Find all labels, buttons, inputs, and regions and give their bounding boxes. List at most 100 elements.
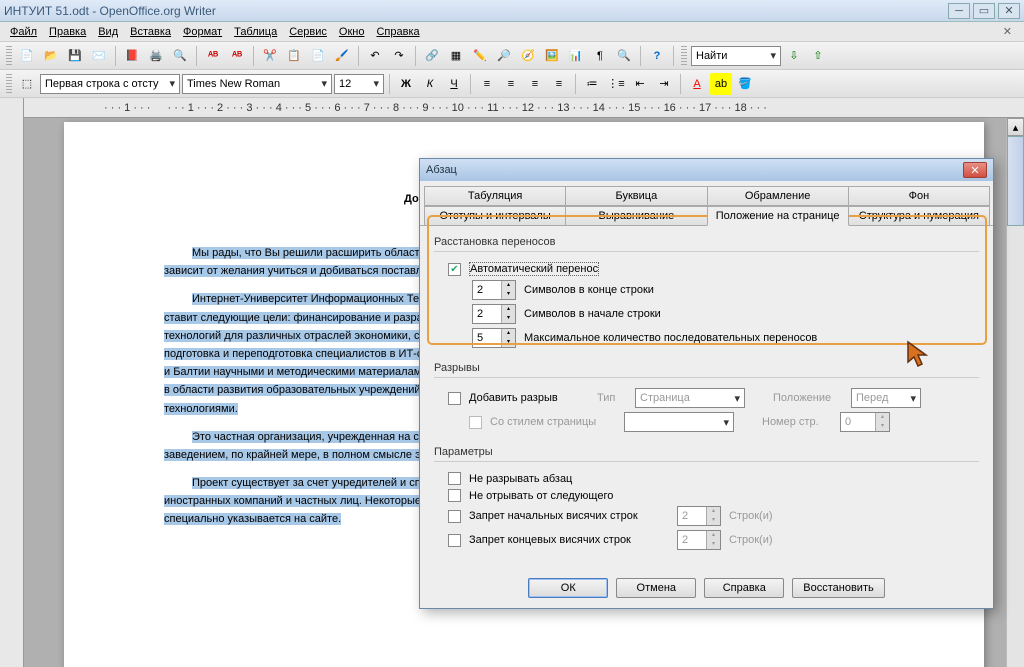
max-hyphen-input[interactable] <box>473 332 497 344</box>
paste-icon[interactable]: 📄 <box>307 45 329 67</box>
justify-icon[interactable]: ≡ <box>548 73 570 95</box>
add-break-checkbox[interactable] <box>448 392 461 405</box>
reset-button[interactable]: Восстановить <box>792 578 884 598</box>
print-icon[interactable]: 🖨️ <box>145 45 167 67</box>
auto-hyphen-checkbox[interactable]: ✔ <box>448 263 461 276</box>
chars-end-spinner[interactable]: ▴▾ <box>472 280 516 300</box>
indent-dec-icon[interactable]: ⇤ <box>629 73 651 95</box>
cut-icon[interactable]: ✂️ <box>259 45 281 67</box>
dialog-titlebar[interactable]: Абзац ✕ <box>420 159 993 181</box>
pdf-icon[interactable]: 📕 <box>121 45 143 67</box>
dialog-close-icon[interactable]: ✕ <box>963 162 987 178</box>
para-style-combo[interactable]: Первая строка с отсту ▾ <box>40 74 180 94</box>
scroll-up-icon[interactable]: ▴ <box>1007 118 1024 136</box>
grip3-icon[interactable] <box>6 74 12 94</box>
menu-tools[interactable]: Сервис <box>283 24 333 40</box>
widow-checkbox[interactable] <box>448 534 461 547</box>
ok-button[interactable]: ОК <box>528 578 608 598</box>
spin-down-icon[interactable]: ▾ <box>501 290 515 299</box>
grip2-icon[interactable] <box>681 46 687 66</box>
close-doc-icon[interactable]: ✕ <box>995 23 1020 40</box>
para-style-text: Первая строка с отсту <box>45 78 159 90</box>
nonprint-icon[interactable]: ¶ <box>589 45 611 67</box>
align-right-icon[interactable]: ≡ <box>524 73 546 95</box>
spin-up-icon[interactable]: ▴ <box>501 329 515 338</box>
tab-background[interactable]: Фон <box>848 186 990 206</box>
align-center-icon[interactable]: ≡ <box>500 73 522 95</box>
tab-dropcap[interactable]: Буквица <box>565 186 707 206</box>
orphan-checkbox[interactable] <box>448 510 461 523</box>
font-size-combo[interactable]: 12 ▾ <box>334 74 384 94</box>
vertical-ruler[interactable] <box>0 98 24 667</box>
undo-icon[interactable]: ↶ <box>364 45 386 67</box>
menu-view[interactable]: Вид <box>92 24 124 40</box>
navigator-icon[interactable]: 🧭 <box>517 45 539 67</box>
scrollbar-v[interactable]: ▴ <box>1006 118 1024 667</box>
table-icon[interactable]: ▦ <box>445 45 467 67</box>
menu-insert[interactable]: Вставка <box>124 24 177 40</box>
brush-icon[interactable]: 🖌️ <box>331 45 353 67</box>
autospell-icon[interactable]: ᴬᴮ <box>226 45 248 67</box>
find-prev-icon[interactable]: ⇧ <box>807 45 829 67</box>
spellcheck-icon[interactable]: ᴬᴮ <box>202 45 224 67</box>
scroll-thumb[interactable] <box>1007 136 1024 226</box>
gallery-icon[interactable]: 🖼️ <box>541 45 563 67</box>
spin-up-icon[interactable]: ▴ <box>501 305 515 314</box>
horizontal-ruler[interactable]: · · · 1 · · · · · · 1 · · · 2 · · · 3 · … <box>24 98 1024 118</box>
tab-tabulation[interactable]: Табуляция <box>424 186 566 206</box>
search-combo[interactable]: Найти ▾ <box>691 46 781 66</box>
max-hyphen-spinner[interactable]: ▴▾ <box>472 328 516 348</box>
mail-icon[interactable]: ✉️ <box>88 45 110 67</box>
font-name-combo[interactable]: Times New Roman ▾ <box>182 74 332 94</box>
menu-file[interactable]: Файл <box>4 24 43 40</box>
bold-icon[interactable]: Ж <box>395 73 417 95</box>
open-icon[interactable]: 📂 <box>40 45 62 67</box>
styles-icon[interactable]: ⬚ <box>16 73 38 95</box>
maximize-button[interactable]: ▭ <box>973 3 995 19</box>
chars-start-input[interactable] <box>473 308 497 320</box>
chars-start-spinner[interactable]: ▴▾ <box>472 304 516 324</box>
draw-icon[interactable]: ✏️ <box>469 45 491 67</box>
menu-format[interactable]: Формат <box>177 24 228 40</box>
spin-down-icon[interactable]: ▾ <box>501 314 515 323</box>
align-left-icon[interactable]: ≡ <box>476 73 498 95</box>
tab-border[interactable]: Обрамление <box>707 186 849 206</box>
find-next-icon[interactable]: ⇩ <box>783 45 805 67</box>
preview-icon[interactable]: 🔍 <box>169 45 191 67</box>
tab-align[interactable]: Выравнивание <box>565 206 707 226</box>
menu-edit[interactable]: Правка <box>43 24 92 40</box>
tab-textflow[interactable]: Положение на странице <box>707 206 849 226</box>
tab-indents[interactable]: Отступы и интервалы <box>424 206 566 226</box>
find-icon[interactable]: 🔎 <box>493 45 515 67</box>
zoom-icon[interactable]: 🔍 <box>613 45 635 67</box>
indent-inc-icon[interactable]: ⇥ <box>653 73 675 95</box>
spin-down-icon[interactable]: ▾ <box>501 338 515 347</box>
italic-icon[interactable]: К <box>419 73 441 95</box>
keep-together-checkbox[interactable] <box>448 472 461 485</box>
highlight-icon[interactable]: ab <box>710 73 732 95</box>
underline-icon[interactable]: Ч <box>443 73 465 95</box>
close-button[interactable]: ✕ <box>998 3 1020 19</box>
link-icon[interactable]: 🔗 <box>421 45 443 67</box>
chars-end-input[interactable] <box>473 284 497 296</box>
help-icon[interactable]: ? <box>646 45 668 67</box>
font-color-icon[interactable]: A <box>686 73 708 95</box>
list-num-icon[interactable]: ≔ <box>581 73 603 95</box>
data-icon[interactable]: 📊 <box>565 45 587 67</box>
help-button[interactable]: Справка <box>704 578 784 598</box>
menu-window[interactable]: Окно <box>333 24 371 40</box>
copy-icon[interactable]: 📋 <box>283 45 305 67</box>
bg-color-icon[interactable]: 🪣 <box>734 73 756 95</box>
new-icon[interactable]: 📄 <box>16 45 38 67</box>
keep-next-checkbox[interactable] <box>448 489 461 502</box>
list-bullet-icon[interactable]: ⋮≡ <box>605 73 627 95</box>
minimize-button[interactable]: ─ <box>948 3 970 19</box>
menu-table[interactable]: Таблица <box>228 24 283 40</box>
menu-help[interactable]: Справка <box>370 24 425 40</box>
spin-up-icon[interactable]: ▴ <box>501 281 515 290</box>
cancel-button[interactable]: Отмена <box>616 578 696 598</box>
redo-icon[interactable]: ↷ <box>388 45 410 67</box>
tab-outline[interactable]: Структура и нумерация <box>848 206 990 226</box>
save-icon[interactable]: 💾 <box>64 45 86 67</box>
grip-icon[interactable] <box>6 46 12 66</box>
